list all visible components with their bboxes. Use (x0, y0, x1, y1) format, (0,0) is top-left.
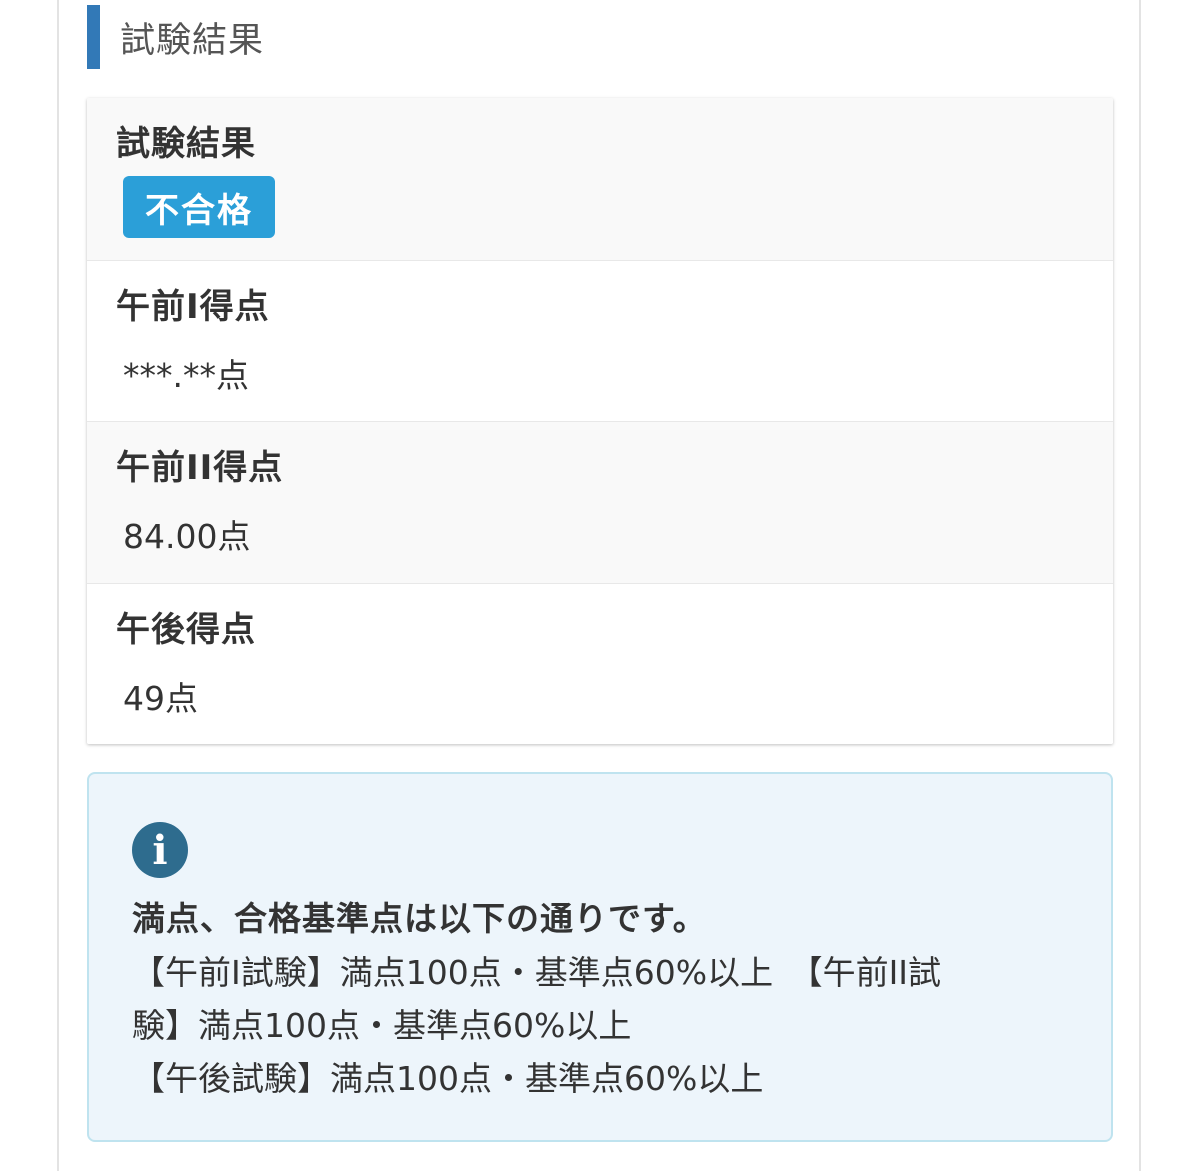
score-label-am2: 午前II得点 (116, 448, 284, 488)
info-line-3: 【午後試験】満点100点・基準点60%以上 (132, 1059, 764, 1098)
score-label-am1: 午前I得点 (116, 287, 270, 327)
result-label: 試験結果 (116, 124, 256, 164)
score-row-am2: 午前II得点 84.00点 (87, 422, 1113, 584)
info-icon: i (132, 822, 188, 878)
score-row-pm: 午後得点 49点 (87, 584, 1113, 744)
score-value-am2: 84.00点 (123, 517, 251, 556)
result-row: 試験結果 不合格 (87, 98, 1113, 261)
status-badge: 不合格 (123, 176, 275, 238)
section-heading-text: 試験結果 (120, 20, 265, 61)
section-heading: 試験結果 (87, 5, 264, 69)
info-line-2: 験】満点100点・基準点60%以上 (132, 1006, 632, 1045)
result-card: 試験結果 不合格 午前I得点 ***.**点 午前II得点 84.00点 午後得… (87, 98, 1113, 744)
page: 試験結果 試験結果 不合格 午前I得点 ***.**点 午前II得点 84.00… (0, 0, 1200, 1171)
score-label-pm: 午後得点 (116, 610, 256, 650)
info-box: i 満点、合格基準点は以下の通りです。 【午前I試験】満点100点・基準点60%… (87, 772, 1113, 1142)
info-line-1: 【午前I試験】満点100点・基準点60%以上 【午前II試 (132, 953, 942, 992)
info-title: 満点、合格基準点は以下の通りです。 (132, 899, 707, 938)
score-value-am1: ***.**点 (123, 356, 249, 395)
score-row-am1: 午前I得点 ***.**点 (87, 261, 1113, 422)
heading-accent-bar (87, 5, 100, 69)
score-value-pm: 49点 (123, 679, 198, 718)
